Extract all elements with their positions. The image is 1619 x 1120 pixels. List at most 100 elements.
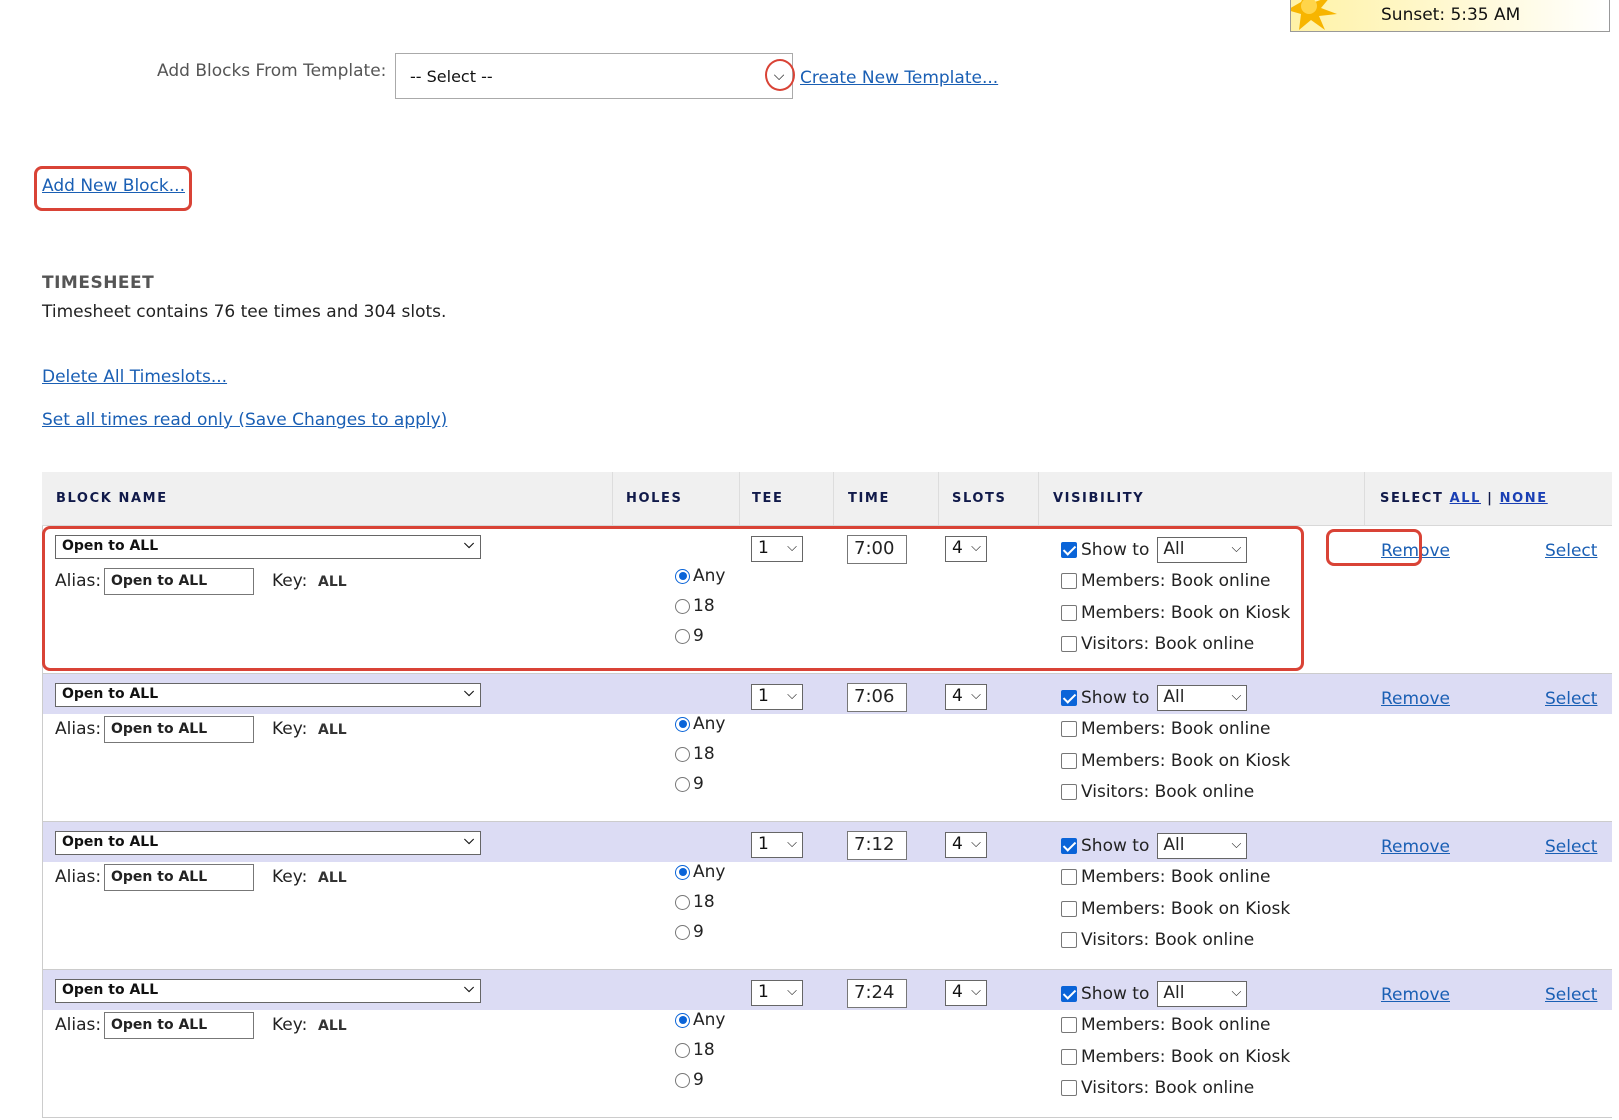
show-to-option[interactable]: Show to All ⌵ — [1061, 981, 1248, 1007]
show-to-value: All — [1163, 835, 1185, 855]
header-select-label: SELECT — [1380, 491, 1444, 506]
time-input[interactable]: 7:24 — [847, 979, 907, 1008]
members-kiosk-option[interactable]: Members: Book on Kiosk — [1061, 1047, 1290, 1067]
alias-input[interactable]: Open to ALL — [104, 716, 254, 743]
visitors-online-option[interactable]: Visitors: Book online — [1061, 1078, 1254, 1098]
radio-button[interactable] — [675, 1012, 690, 1028]
visitors-online-label: Visitors: Book online — [1081, 1078, 1255, 1098]
select-none-link[interactable]: NONE — [1500, 491, 1548, 506]
select-link[interactable]: Select — [1545, 689, 1597, 709]
header-tee: TEE — [752, 491, 784, 506]
set-all-read-only-link[interactable]: Set all times read only (Save Changes to… — [42, 410, 447, 430]
chevron-down-icon: ⌵ — [787, 836, 797, 851]
alias-input[interactable]: Open to ALL — [104, 1012, 254, 1039]
members-online-option[interactable]: Members: Book online — [1061, 867, 1270, 887]
holes-option-18[interactable]: 18 — [675, 744, 715, 764]
members-online-checkbox[interactable] — [1061, 1017, 1077, 1033]
show-to-checkbox[interactable] — [1061, 690, 1077, 706]
members-kiosk-label: Members: Book on Kiosk — [1081, 751, 1291, 771]
members-online-checkbox[interactable] — [1061, 721, 1077, 737]
slots-value: 4 — [952, 834, 963, 854]
radio-button[interactable] — [675, 776, 690, 792]
holes-option-any[interactable]: Any — [675, 714, 725, 734]
block-name-select[interactable]: Open to ALL ⌵ — [55, 683, 481, 707]
show-to-checkbox[interactable] — [1061, 986, 1077, 1002]
highlight-first-row-marker — [42, 526, 1304, 671]
holes-option-any[interactable]: Any — [675, 1010, 725, 1030]
delete-all-timeslots-link[interactable]: Delete All Timeslots... — [42, 367, 227, 387]
table-header: BLOCK NAME HOLES TEE TIME SLOTS VISIBILI… — [42, 472, 1612, 526]
show-to-value: All — [1163, 983, 1185, 1003]
holes-option-18[interactable]: 18 — [675, 892, 715, 912]
members-kiosk-checkbox[interactable] — [1061, 901, 1077, 917]
holes-option-label: 9 — [693, 1070, 704, 1090]
slots-select[interactable]: 4 ⌵ — [945, 832, 987, 858]
time-input[interactable]: 7:12 — [847, 831, 907, 860]
holes-option-9[interactable]: 9 — [675, 774, 704, 794]
block-name-value: Open to ALL — [62, 686, 159, 702]
holes-option-any[interactable]: Any — [675, 862, 725, 882]
members-kiosk-option[interactable]: Members: Book on Kiosk — [1061, 899, 1290, 919]
block-name-value: Open to ALL — [62, 982, 159, 998]
select-link[interactable]: Select — [1545, 541, 1597, 561]
members-kiosk-label: Members: Book on Kiosk — [1081, 1047, 1291, 1067]
holes-option-9[interactable]: 9 — [675, 922, 704, 942]
members-online-checkbox[interactable] — [1061, 869, 1077, 885]
radio-button[interactable] — [675, 1072, 690, 1088]
key-label: Key: — [272, 867, 308, 887]
alias-input[interactable]: Open to ALL — [104, 864, 254, 891]
visitors-online-option[interactable]: Visitors: Book online — [1061, 782, 1254, 802]
show-to-select[interactable]: All ⌵ — [1157, 981, 1248, 1007]
show-to-checkbox[interactable] — [1061, 838, 1077, 854]
header-block-name: BLOCK NAME — [56, 491, 168, 506]
add-new-block-link[interactable]: Add New Block... — [42, 176, 185, 196]
members-online-option[interactable]: Members: Book online — [1061, 1015, 1270, 1035]
visitors-online-option[interactable]: Visitors: Book online — [1061, 930, 1254, 950]
chevron-down-icon: ⌵ — [1231, 837, 1242, 852]
show-to-select[interactable]: All ⌵ — [1157, 833, 1248, 859]
template-select[interactable]: -- Select -- ⌵ — [395, 53, 793, 99]
remove-link[interactable]: Remove — [1381, 689, 1450, 709]
time-input[interactable]: 7:06 — [847, 683, 907, 712]
tee-select[interactable]: 1 ⌵ — [751, 684, 803, 710]
highlight-chevron-marker — [765, 59, 795, 91]
members-kiosk-checkbox[interactable] — [1061, 753, 1077, 769]
header-select: SELECT ALL | NONE — [1380, 491, 1548, 506]
radio-button[interactable] — [675, 746, 690, 762]
members-online-option[interactable]: Members: Book online — [1061, 719, 1270, 739]
visitors-online-label: Visitors: Book online — [1081, 782, 1255, 802]
header-visibility: VISIBILITY — [1053, 491, 1145, 506]
show-to-option[interactable]: Show to All ⌵ — [1061, 833, 1248, 859]
chevron-down-icon: ⌵ — [787, 984, 797, 999]
holes-option-18[interactable]: 18 — [675, 1040, 715, 1060]
create-new-template-link[interactable]: Create New Template... — [800, 68, 998, 88]
holes-option-9[interactable]: 9 — [675, 1070, 704, 1090]
holes-option-label: Any — [693, 714, 726, 734]
block-name-select[interactable]: Open to ALL ⌵ — [55, 831, 481, 855]
radio-button[interactable] — [675, 716, 690, 732]
show-to-option[interactable]: Show to All ⌵ — [1061, 685, 1248, 711]
show-to-select[interactable]: All ⌵ — [1157, 685, 1248, 711]
visitors-online-checkbox[interactable] — [1061, 932, 1077, 948]
tee-select[interactable]: 1 ⌵ — [751, 980, 803, 1006]
holes-option-label: 9 — [693, 922, 704, 942]
select-link[interactable]: Select — [1545, 837, 1597, 857]
slots-value: 4 — [952, 982, 963, 1002]
slots-select[interactable]: 4 ⌵ — [945, 684, 987, 710]
members-kiosk-option[interactable]: Members: Book on Kiosk — [1061, 751, 1290, 771]
alias-label: Alias: — [55, 1015, 102, 1035]
select-link[interactable]: Select — [1545, 985, 1597, 1005]
slots-select[interactable]: 4 ⌵ — [945, 980, 987, 1006]
visitors-online-checkbox[interactable] — [1061, 784, 1077, 800]
select-all-link[interactable]: ALL — [1450, 491, 1481, 506]
visitors-online-checkbox[interactable] — [1061, 1080, 1077, 1096]
block-name-select[interactable]: Open to ALL ⌵ — [55, 979, 481, 1003]
members-kiosk-checkbox[interactable] — [1061, 1049, 1077, 1065]
radio-button[interactable] — [675, 864, 690, 880]
radio-button[interactable] — [675, 894, 690, 910]
radio-button[interactable] — [675, 924, 690, 940]
remove-link[interactable]: Remove — [1381, 837, 1450, 857]
remove-link[interactable]: Remove — [1381, 985, 1450, 1005]
tee-select[interactable]: 1 ⌵ — [751, 832, 803, 858]
radio-button[interactable] — [675, 1042, 690, 1058]
